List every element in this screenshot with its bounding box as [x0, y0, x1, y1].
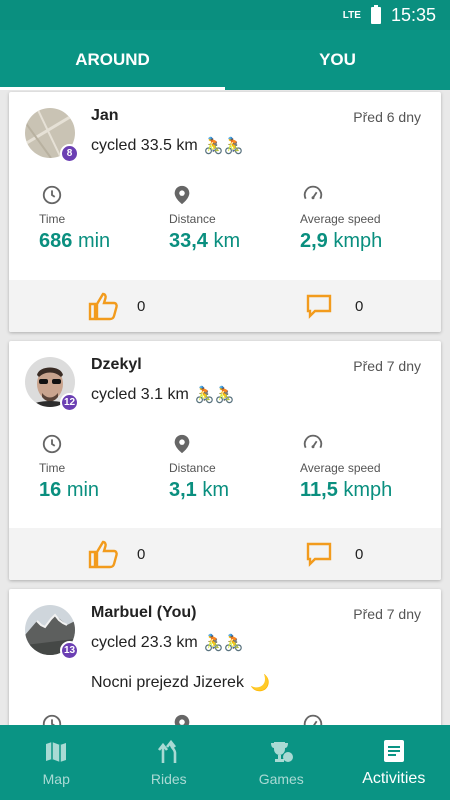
nav-label: Rides [150, 770, 187, 787]
speedometer-icon [303, 714, 323, 725]
battery-icon [370, 4, 381, 24]
comment-icon[interactable] [305, 540, 333, 568]
comment-count: 0 [355, 546, 364, 563]
card-actions: 0 0 [9, 280, 441, 332]
bottom-navigation: Map Rides Games Activities [0, 725, 450, 800]
like-icon[interactable] [87, 538, 119, 570]
level-badge: 13 [60, 641, 79, 660]
nav-label: Map [42, 770, 70, 787]
user-name[interactable]: Marbuel (You) [91, 604, 196, 622]
stat-distance: Distance 3,1 km [169, 433, 229, 502]
clock-icon [42, 185, 62, 205]
nav-rides[interactable]: Rides [113, 725, 226, 800]
like-count: 0 [137, 298, 146, 315]
activity-summary: cycled 3.1 km 🚴🚴 [91, 385, 235, 405]
nav-label: Activities [362, 769, 426, 787]
stat-value: 3,1 km [169, 479, 230, 501]
nav-activities[interactable]: Activities [338, 725, 450, 800]
activity-summary: cycled 23.3 km 🚴🚴 [91, 633, 244, 653]
stat-label: Average speed [300, 461, 381, 475]
stat-speed: Average speed 2,9 kmph [300, 184, 382, 253]
stat-label: Time [39, 212, 66, 226]
level-badge: 12 [60, 393, 79, 412]
activity-text: cycled 33.5 km [91, 137, 198, 154]
note-text: Nocni prejezd Jizerek [91, 674, 244, 691]
user-name[interactable]: Jan [91, 107, 119, 125]
stat-label: Average speed [300, 212, 381, 226]
activity-stats: Time 686 min Distance 33,4 km Average sp… [9, 184, 441, 264]
nav-games[interactable]: Games [225, 725, 338, 800]
nav-label: Games [258, 770, 304, 787]
location-pin-icon [174, 714, 190, 725]
stat-time: Time 16 min [39, 433, 99, 502]
stat-label: Distance [169, 212, 216, 226]
clock-icon [42, 434, 62, 454]
trophy-icon [271, 741, 294, 762]
activity-stats [9, 713, 441, 725]
activity-time-ago: Před 6 dny [353, 109, 421, 125]
activity-summary: cycled 33.5 km 🚴🚴 [91, 136, 244, 156]
bike-emoji: 🚴🚴 [203, 138, 244, 155]
like-icon[interactable] [87, 290, 119, 322]
activity-stats: Time 16 min Distance 3,1 km Average spee… [9, 433, 441, 513]
speedometer-icon [303, 434, 323, 449]
tab-you[interactable]: YOU [225, 30, 450, 90]
clock: 15:35 [390, 4, 436, 25]
activity-time-ago: Před 7 dny [353, 358, 421, 374]
moon-emoji: 🌙 [249, 675, 270, 692]
clock-icon [42, 714, 62, 725]
user-name[interactable]: Dzekyl [91, 356, 142, 374]
comment-icon[interactable] [305, 292, 333, 320]
stat-value: 33,4 km [169, 230, 241, 252]
activity-text: cycled 3.1 km [91, 386, 189, 403]
activity-feed[interactable]: 8 Jan Před 6 dny cycled 33.5 km 🚴🚴 Time … [0, 90, 450, 725]
stat-value: 2,9 kmph [300, 230, 383, 252]
card-actions: 0 0 [9, 528, 441, 580]
stat-speed: Average speed 11,5 kmph [300, 433, 392, 502]
stat-value: 16 min [39, 479, 100, 501]
stat-distance: Distance 33,4 km [169, 184, 240, 253]
stat-value: 11,5 kmph [300, 479, 393, 501]
comment-count: 0 [355, 298, 364, 315]
level-badge: 8 [60, 144, 79, 163]
bike-emoji: 🚴🚴 [203, 635, 244, 652]
activity-card[interactable]: 8 Jan Před 6 dny cycled 33.5 km 🚴🚴 Time … [9, 92, 441, 332]
list-icon [383, 739, 404, 762]
lte-indicator: LTE [342, 9, 361, 21]
stat-label: Time [39, 461, 66, 475]
activity-card[interactable]: 12 Dzekyl Před 7 dny cycled 3.1 km 🚴🚴 Ti… [9, 341, 441, 580]
map-icon [46, 741, 67, 762]
location-pin-icon [174, 434, 190, 454]
speedometer-icon [303, 185, 323, 200]
activity-time-ago: Před 7 dny [353, 606, 421, 622]
tab-around[interactable]: AROUND [0, 30, 225, 90]
feed-tabs: AROUND YOU [0, 30, 450, 90]
stat-time: Time 686 min [39, 184, 110, 253]
nav-map[interactable]: Map [0, 725, 113, 800]
routes-icon [157, 739, 177, 763]
activity-note: Nocni prejezd Jizerek 🌙 [91, 673, 270, 693]
bike-emoji: 🚴🚴 [194, 387, 235, 404]
stat-label: Distance [169, 461, 216, 475]
like-count: 0 [137, 546, 146, 563]
stat-value: 686 min [39, 230, 111, 252]
location-pin-icon [174, 185, 190, 205]
activity-card[interactable]: 13 Marbuel (You) Před 7 dny cycled 23.3 … [9, 589, 441, 725]
status-bar: LTE 15:35 [0, 0, 450, 30]
activity-text: cycled 23.3 km [91, 634, 198, 651]
